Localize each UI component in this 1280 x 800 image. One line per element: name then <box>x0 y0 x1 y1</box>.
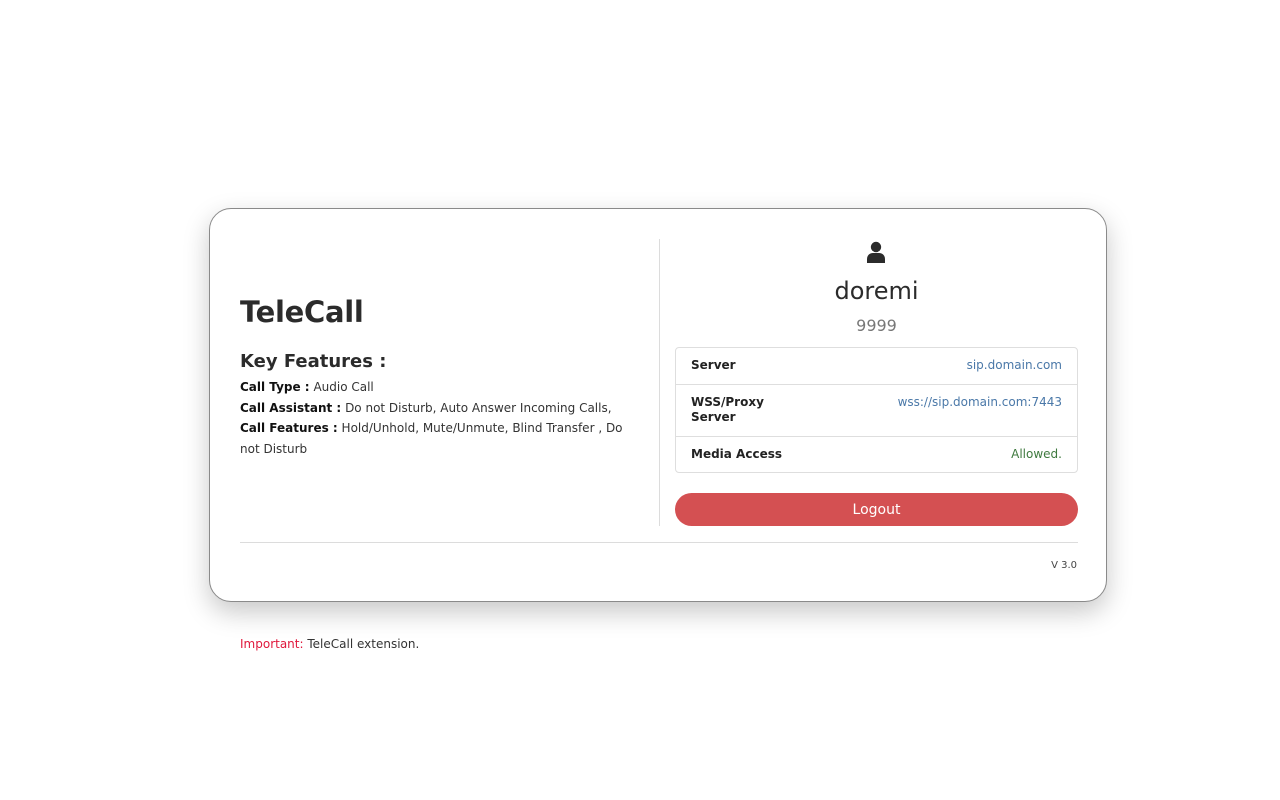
important-text: TeleCall extension. <box>307 637 420 651</box>
version-label: V 3.0 <box>1051 560 1077 571</box>
feature-value: Audio Call <box>313 380 374 394</box>
app-title: TeleCall <box>240 295 364 329</box>
features-panel: TeleCall Key Features : Call Type : Audi… <box>240 239 659 526</box>
main-card: TeleCall Key Features : Call Type : Audi… <box>209 208 1107 602</box>
feature-call-assistant: Call Assistant : Do not Disturb, Auto An… <box>240 398 640 419</box>
info-row-wss-proxy: WSS/Proxy Server wss://sip.domain.com:74… <box>676 385 1077 437</box>
horizontal-divider <box>240 542 1078 543</box>
media-access-value: Allowed. <box>1011 447 1062 461</box>
features-list: Call Type : Audio Call Call Assistant : … <box>240 377 640 459</box>
account-info-table: Server sip.domain.com WSS/Proxy Server w… <box>675 347 1078 473</box>
vertical-divider <box>659 239 660 526</box>
info-row-media-access: Media Access Allowed. <box>676 437 1077 472</box>
info-row-server: Server sip.domain.com <box>676 348 1077 385</box>
feature-label: Call Features : <box>240 421 338 435</box>
info-key: Server <box>691 358 736 372</box>
feature-label: Call Type : <box>240 380 310 394</box>
feature-label: Call Assistant : <box>240 400 342 415</box>
server-value: sip.domain.com <box>966 358 1062 372</box>
important-label: Important: <box>240 637 304 651</box>
feature-call-features: Call Features : Hold/Unhold, Mute/Unmute… <box>240 418 640 459</box>
page: TeleCall Key Features : Call Type : Audi… <box>0 0 1280 800</box>
important-note: Important: TeleCall extension. <box>240 637 419 651</box>
extension-number: 9999 <box>856 316 897 335</box>
username: doremi <box>834 277 919 305</box>
feature-value: Do not Disturb, Auto Answer Incoming Cal… <box>345 400 612 415</box>
feature-call-type: Call Type : Audio Call <box>240 377 640 398</box>
user-icon <box>867 241 885 263</box>
logout-button[interactable]: Logout <box>675 493 1078 526</box>
account-panel: doremi 9999 Server sip.domain.com WSS/Pr… <box>675 239 1078 526</box>
wss-proxy-value: wss://sip.domain.com:7443 <box>897 395 1062 409</box>
features-title: Key Features : <box>240 351 387 372</box>
info-key: WSS/Proxy Server <box>691 395 764 424</box>
info-key: Media Access <box>691 447 782 461</box>
